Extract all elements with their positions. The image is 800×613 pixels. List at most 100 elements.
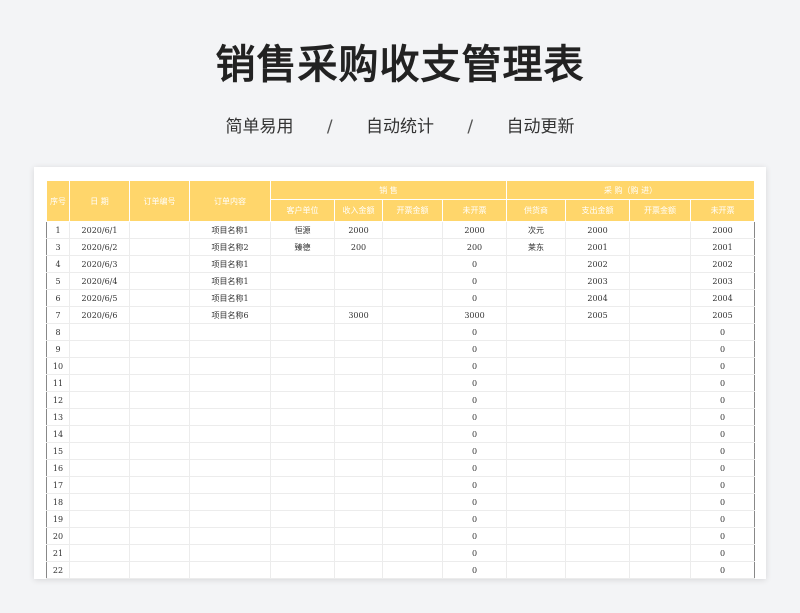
cell-order-no[interactable] bbox=[129, 238, 190, 256]
cell-seq[interactable]: 22 bbox=[46, 561, 70, 579]
cell-income[interactable] bbox=[334, 493, 383, 511]
cell-sales-uninvoiced[interactable]: 0 bbox=[441, 527, 508, 545]
cell-supplier[interactable] bbox=[506, 561, 567, 579]
cell-purchase-uninvoiced[interactable]: 0 bbox=[690, 527, 756, 545]
cell-sales-invoiced[interactable] bbox=[382, 544, 443, 562]
cell-purchase-invoiced[interactable] bbox=[629, 476, 692, 494]
cell-sales-uninvoiced[interactable]: 0 bbox=[441, 442, 508, 460]
cell-order-no[interactable] bbox=[129, 459, 190, 477]
cell-purchase-invoiced[interactable] bbox=[629, 255, 692, 273]
cell-sales-uninvoiced[interactable]: 0 bbox=[441, 544, 508, 562]
cell-sales-invoiced[interactable] bbox=[382, 425, 443, 443]
cell-customer[interactable] bbox=[270, 374, 335, 392]
cell-sales-uninvoiced[interactable]: 3000 bbox=[441, 306, 508, 324]
cell-expense[interactable] bbox=[565, 476, 631, 494]
cell-seq[interactable]: 17 bbox=[46, 476, 70, 494]
cell-income[interactable] bbox=[334, 561, 383, 579]
cell-customer[interactable] bbox=[270, 527, 335, 545]
cell-supplier[interactable] bbox=[506, 306, 567, 324]
cell-income[interactable]: 2000 bbox=[334, 221, 383, 239]
cell-sales-invoiced[interactable] bbox=[382, 272, 443, 290]
cell-customer[interactable]: 恒源 bbox=[270, 221, 335, 239]
cell-supplier[interactable] bbox=[506, 374, 567, 392]
cell-purchase-invoiced[interactable] bbox=[629, 408, 692, 426]
cell-sales-invoiced[interactable] bbox=[382, 255, 443, 273]
cell-seq[interactable]: 8 bbox=[46, 323, 70, 341]
cell-supplier[interactable] bbox=[506, 340, 567, 358]
cell-customer[interactable] bbox=[270, 272, 335, 290]
cell-order-no[interactable] bbox=[129, 221, 190, 239]
cell-seq[interactable]: 19 bbox=[46, 510, 70, 528]
cell-expense[interactable]: 2004 bbox=[565, 289, 631, 307]
cell-order-no[interactable] bbox=[129, 442, 190, 460]
cell-purchase-uninvoiced[interactable]: 0 bbox=[690, 561, 756, 579]
cell-purchase-invoiced[interactable] bbox=[629, 493, 692, 511]
cell-date[interactable] bbox=[69, 476, 130, 494]
cell-date[interactable] bbox=[69, 493, 130, 511]
cell-purchase-uninvoiced[interactable]: 2003 bbox=[690, 272, 756, 290]
cell-sales-uninvoiced[interactable]: 0 bbox=[441, 459, 508, 477]
cell-date[interactable]: 2020/6/5 bbox=[69, 289, 130, 307]
cell-order-no[interactable] bbox=[129, 255, 190, 273]
cell-customer[interactable] bbox=[270, 255, 335, 273]
cell-sales-uninvoiced[interactable]: 0 bbox=[441, 374, 508, 392]
cell-sales-invoiced[interactable] bbox=[382, 221, 443, 239]
cell-sales-uninvoiced[interactable]: 0 bbox=[441, 255, 508, 273]
cell-seq[interactable]: 9 bbox=[46, 340, 70, 358]
cell-seq[interactable]: 11 bbox=[46, 374, 70, 392]
cell-date[interactable] bbox=[69, 340, 130, 358]
cell-income[interactable] bbox=[334, 459, 383, 477]
cell-seq[interactable]: 6 bbox=[46, 289, 70, 307]
cell-expense[interactable] bbox=[565, 391, 631, 409]
cell-sales-uninvoiced[interactable]: 0 bbox=[441, 510, 508, 528]
cell-order-no[interactable] bbox=[129, 340, 190, 358]
cell-expense[interactable] bbox=[565, 493, 631, 511]
cell-order-content[interactable]: 项目名称2 bbox=[189, 238, 271, 256]
cell-date[interactable] bbox=[69, 561, 130, 579]
cell-sales-invoiced[interactable] bbox=[382, 238, 443, 256]
cell-order-content[interactable] bbox=[189, 510, 271, 528]
cell-purchase-invoiced[interactable] bbox=[629, 510, 692, 528]
cell-income[interactable] bbox=[334, 425, 383, 443]
cell-order-no[interactable] bbox=[129, 493, 190, 511]
cell-order-content[interactable] bbox=[189, 561, 271, 579]
cell-purchase-uninvoiced[interactable]: 0 bbox=[690, 510, 756, 528]
cell-order-no[interactable] bbox=[129, 476, 190, 494]
cell-sales-invoiced[interactable] bbox=[382, 510, 443, 528]
cell-sales-uninvoiced[interactable]: 0 bbox=[441, 561, 508, 579]
cell-date[interactable] bbox=[69, 527, 130, 545]
cell-order-no[interactable] bbox=[129, 357, 190, 375]
cell-date[interactable] bbox=[69, 544, 130, 562]
cell-income[interactable] bbox=[334, 340, 383, 358]
cell-supplier[interactable]: 次元 bbox=[506, 221, 567, 239]
cell-date[interactable] bbox=[69, 442, 130, 460]
cell-sales-uninvoiced[interactable]: 2000 bbox=[441, 221, 508, 239]
cell-expense[interactable] bbox=[565, 527, 631, 545]
cell-customer[interactable] bbox=[270, 476, 335, 494]
cell-order-content[interactable] bbox=[189, 442, 271, 460]
cell-income[interactable] bbox=[334, 476, 383, 494]
cell-purchase-invoiced[interactable] bbox=[629, 459, 692, 477]
cell-seq[interactable]: 12 bbox=[46, 391, 70, 409]
cell-seq[interactable]: 16 bbox=[46, 459, 70, 477]
cell-customer[interactable] bbox=[270, 323, 335, 341]
cell-sales-invoiced[interactable] bbox=[382, 527, 443, 545]
cell-sales-uninvoiced[interactable]: 0 bbox=[441, 340, 508, 358]
cell-order-no[interactable] bbox=[129, 510, 190, 528]
cell-purchase-uninvoiced[interactable]: 0 bbox=[690, 476, 756, 494]
cell-sales-invoiced[interactable] bbox=[382, 561, 443, 579]
cell-income[interactable] bbox=[334, 442, 383, 460]
cell-customer[interactable] bbox=[270, 493, 335, 511]
cell-sales-invoiced[interactable] bbox=[382, 442, 443, 460]
cell-purchase-invoiced[interactable] bbox=[629, 306, 692, 324]
cell-purchase-invoiced[interactable] bbox=[629, 544, 692, 562]
cell-order-no[interactable] bbox=[129, 374, 190, 392]
cell-date[interactable]: 2020/6/3 bbox=[69, 255, 130, 273]
cell-date[interactable] bbox=[69, 510, 130, 528]
cell-purchase-uninvoiced[interactable]: 0 bbox=[690, 374, 756, 392]
cell-supplier[interactable] bbox=[506, 408, 567, 426]
cell-order-content[interactable]: 项目名称1 bbox=[189, 255, 271, 273]
cell-income[interactable] bbox=[334, 323, 383, 341]
cell-customer[interactable] bbox=[270, 391, 335, 409]
cell-purchase-uninvoiced[interactable]: 2004 bbox=[690, 289, 756, 307]
